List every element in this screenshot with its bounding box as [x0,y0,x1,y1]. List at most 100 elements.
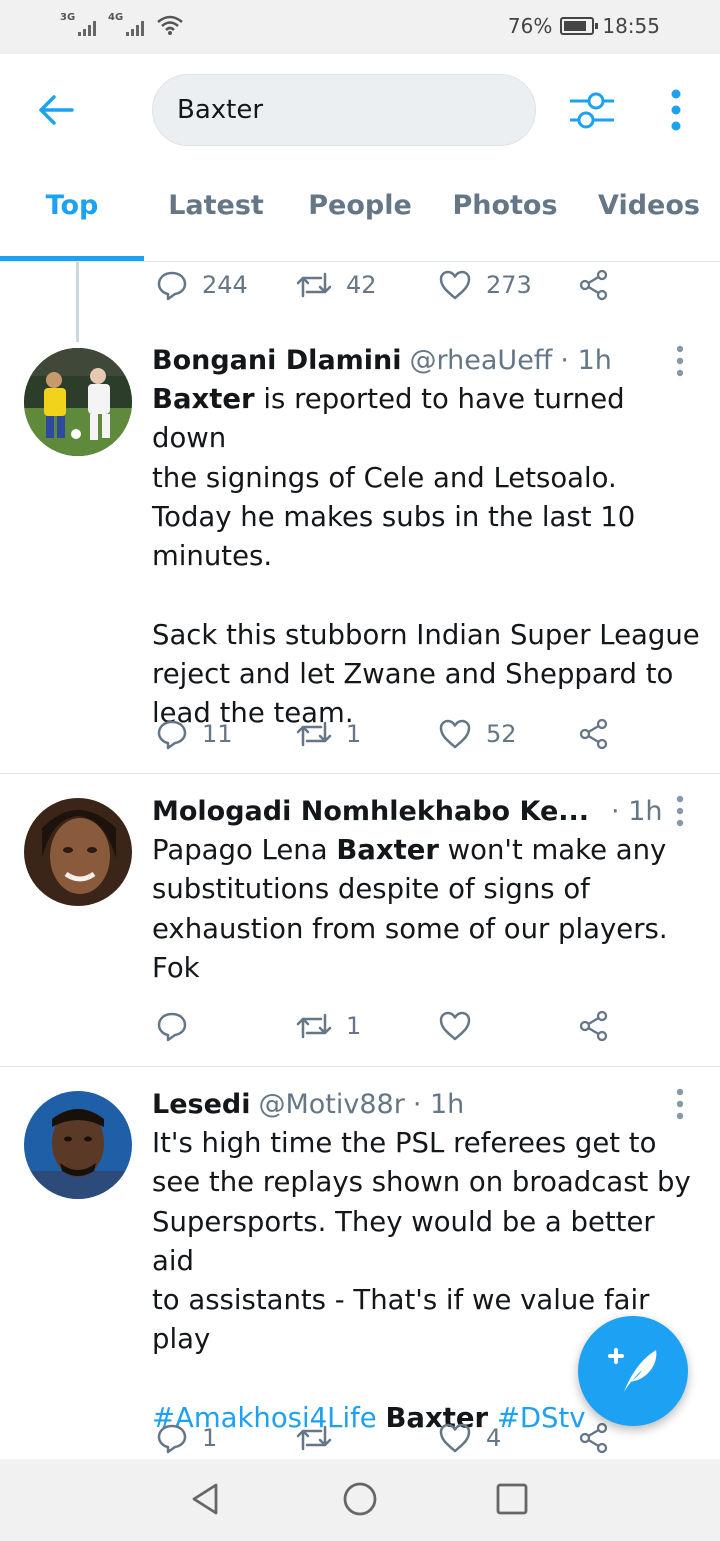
battery-icon [560,17,599,35]
more-options-icon[interactable] [668,88,684,132]
tweet-text: Baxter is reported to have turned down t… [152,380,702,734]
wifi-icon [157,15,183,35]
tweet-menu-icon[interactable] [670,794,690,830]
like-count: 4 [486,1424,502,1452]
share-icon [579,718,608,750]
avatar[interactable] [24,348,132,456]
tweet-time: · 1h [412,1088,465,1120]
avatar[interactable] [24,798,132,906]
like-button[interactable]: 4 [438,1418,501,1458]
status-left: 3G 4G [60,12,184,36]
search-input[interactable]: Baxter [152,74,536,146]
author-name[interactable]: Bongani Dlamini [152,345,402,376]
like-count: 52 [486,720,517,748]
clock: 18:55 [602,14,660,38]
tweet-line: see the replays shown on broadcast by [152,1166,691,1199]
retweet-button[interactable]: 1 [296,1006,361,1046]
previous-tweet-actions: 244 42 273 [152,265,672,305]
like-button[interactable]: 52 [438,714,517,754]
tweet-header: Bongani Dlamini @rheaUeff · 1h [152,342,612,378]
tab-videos[interactable]: Videos [578,190,720,262]
like-button[interactable]: 273 [438,265,532,305]
like-count: 273 [486,271,532,299]
tweet-line: It's high time the PSL referees get to [152,1127,657,1159]
tweet-line: Today he makes subs in the last 10 [152,500,636,533]
tweet-time: · 1h [611,795,663,827]
active-tab-indicator [0,256,144,261]
tweet-header: Mologadi Nomhlekhabo Ke... · 1h [152,793,663,829]
reply-count: 244 [202,271,248,299]
avatar-image [24,798,132,906]
tweet-time: · 1h [560,344,612,376]
tab-latest[interactable]: Latest [144,190,288,262]
tweet-menu-icon[interactable] [670,344,690,380]
retweet-icon [296,272,332,298]
search-term: Baxter [336,834,439,866]
signal-4g-label: 4G [108,12,124,23]
tab-photos[interactable]: Photos [432,190,578,262]
share-icon [579,1422,608,1454]
retweet-button[interactable] [296,1418,346,1458]
author-name[interactable]: Lesedi [152,1089,250,1120]
tweet-text: Papago Lena Baxter won't make any substi… [152,831,702,988]
tweet-line: Fok [152,951,200,984]
reply-button[interactable]: 11 [156,714,233,754]
retweet-count: 42 [346,271,377,299]
tweet-line: substitutions despite of signs of [152,873,590,906]
retweet-count: 1 [346,720,362,748]
heart-icon [439,1011,471,1041]
reply-count: 11 [202,720,233,748]
tweet-line-text: won't make any [438,834,667,866]
tab-people[interactable]: People [288,190,432,262]
reply-button[interactable]: 1 [156,1418,217,1458]
author-handle[interactable]: @rheaUeff [410,345,553,376]
tweet-line: Sack this stubborn Indian Super League [152,618,700,651]
avatar-image [24,348,132,456]
tweet-line: to assistants - That's if we value fair [152,1284,650,1317]
back-arrow-icon[interactable] [36,90,76,130]
reply-icon [157,720,187,750]
reply-button[interactable]: 244 [156,265,248,305]
tweet-line: the signings of Cele and Letsoalo. [152,461,617,494]
nav-back-icon[interactable] [186,1479,226,1519]
retweet-count: 1 [346,1012,362,1040]
avatar-image [24,1091,132,1199]
tweet-header: Lesedi @Motiv88r · 1h [152,1086,464,1122]
signal-4g-icon: 4G [108,12,144,36]
heart-icon [439,270,471,300]
search-term: Baxter [152,383,255,415]
reply-icon [157,1012,187,1042]
share-button[interactable] [578,714,610,754]
tweet-line: exhaustion from some of our players. [152,912,668,945]
retweet-icon [296,1013,332,1039]
tweet-actions: 11 1 52 [152,714,672,754]
filter-sliders-icon[interactable] [568,90,616,132]
battery-percent: 76% [507,14,553,38]
heart-icon [439,719,471,749]
retweet-button[interactable]: 1 [296,714,361,754]
tweet-card[interactable]: Bongani Dlamini @rheaUeff · 1h Baxter is… [0,326,720,774]
signal-3g-icon: 3G [60,12,96,36]
tweet-menu-icon[interactable] [670,1087,690,1123]
tweet-line-text: Papago Lena [152,834,337,866]
avatar[interactable] [24,1091,132,1199]
tweet-card[interactable]: Mologadi Nomhlekhabo Ke... · 1h Papago L… [0,774,720,1067]
nav-home-icon[interactable] [340,1479,380,1519]
reply-count: 1 [202,1424,218,1452]
retweet-button[interactable]: 42 [296,265,377,305]
reply-icon [157,1424,187,1454]
share-button[interactable] [578,265,610,305]
tweet-line: Baxter is reported to have turned down [152,380,702,459]
compose-feather-icon [608,1348,657,1392]
share-button[interactable] [578,1006,610,1046]
tweet-line: reject and let Zwane and Sheppard to [152,658,674,691]
retweet-icon [296,721,332,747]
compose-tweet-button[interactable] [578,1316,688,1426]
reply-button[interactable] [156,1006,202,1046]
author-handle[interactable]: @Motiv88r [258,1089,404,1120]
status-right: 76% 18:55 [508,14,660,38]
author-name[interactable]: Mologadi Nomhlekhabo Ke... [152,796,589,827]
tab-top[interactable]: Top [0,190,144,262]
nav-recents-icon[interactable] [492,1479,532,1519]
like-button[interactable] [438,1006,486,1046]
